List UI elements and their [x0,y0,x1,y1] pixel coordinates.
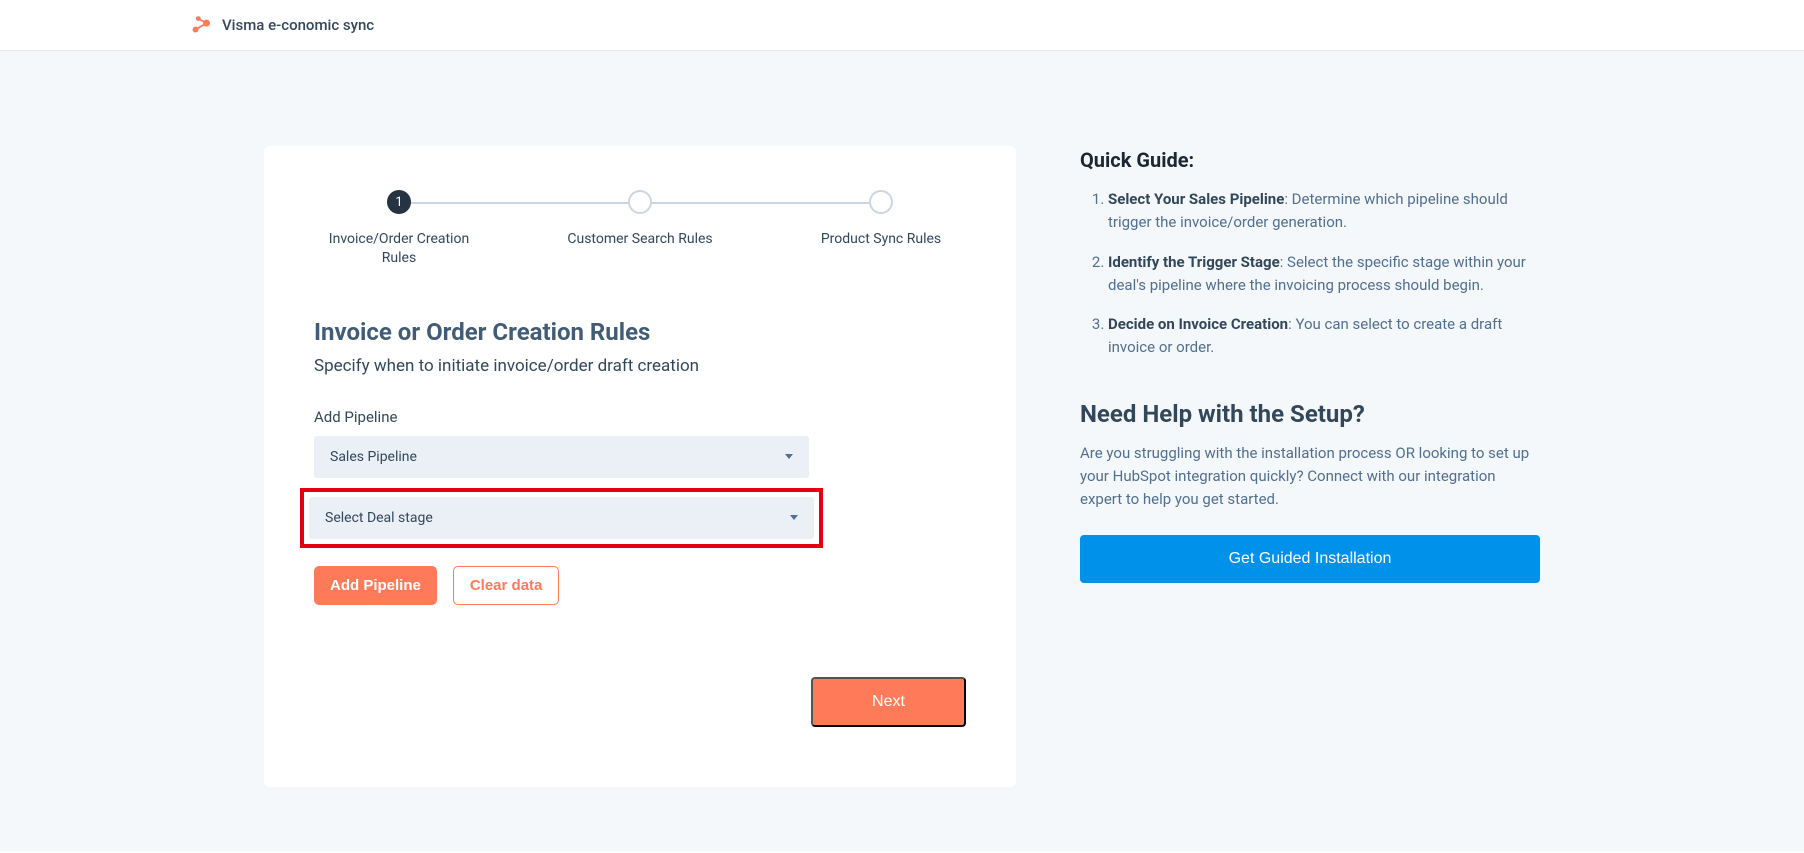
pipeline-select-value: Sales Pipeline [330,449,417,465]
highlight-box: Select Deal stage [300,488,823,548]
step-circle [628,190,652,214]
section-title: Invoice or Order Creation Rules [314,318,966,346]
step-label: Product Sync Rules [821,230,941,249]
deal-stage-select-value: Select Deal stage [325,510,433,526]
add-pipeline-button[interactable]: Add Pipeline [314,566,437,605]
step-label: Invoice/Order Creation Rules [324,230,474,268]
app-header: Visma e-conomic sync [0,0,1804,51]
help-text: Are you struggling with the installation… [1080,442,1540,512]
pipeline-select[interactable]: Sales Pipeline [314,436,809,478]
next-button[interactable]: Next [811,677,966,727]
stepper: 1 Invoice/Order Creation Rules Customer … [314,190,966,268]
setup-card: 1 Invoice/Order Creation Rules Customer … [264,146,1016,787]
page-background: 1 Invoice/Order Creation Rules Customer … [0,51,1804,851]
step-invoice-rules[interactable]: 1 Invoice/Order Creation Rules [324,190,474,268]
pipeline-field-label: Add Pipeline [314,408,966,426]
step-circle: 1 [387,190,411,214]
step-circle [869,190,893,214]
page-title: Visma e-conomic sync [222,16,374,34]
sprocket-icon [190,14,212,36]
chevron-down-icon [790,515,798,520]
step-label: Customer Search Rules [567,230,712,249]
chevron-down-icon [785,454,793,459]
guide-title: Quick Guide: [1080,148,1540,172]
guide-item: Identify the Trigger Stage: Select the s… [1108,251,1540,298]
step-product-rules[interactable]: Product Sync Rules [806,190,956,249]
side-panel: Quick Guide: Select Your Sales Pipeline:… [1080,146,1540,583]
guided-install-button[interactable]: Get Guided Installation [1080,535,1540,583]
guide-list: Select Your Sales Pipeline: Determine wh… [1080,188,1540,360]
deal-stage-select[interactable]: Select Deal stage [309,497,814,539]
guide-item: Select Your Sales Pipeline: Determine wh… [1108,188,1540,235]
clear-data-button[interactable]: Clear data [453,566,560,605]
help-title: Need Help with the Setup? [1080,400,1540,428]
section-subtitle: Specify when to initiate invoice/order d… [314,356,966,376]
step-customer-rules[interactable]: Customer Search Rules [565,190,715,249]
guide-item: Decide on Invoice Creation: You can sele… [1108,313,1540,360]
